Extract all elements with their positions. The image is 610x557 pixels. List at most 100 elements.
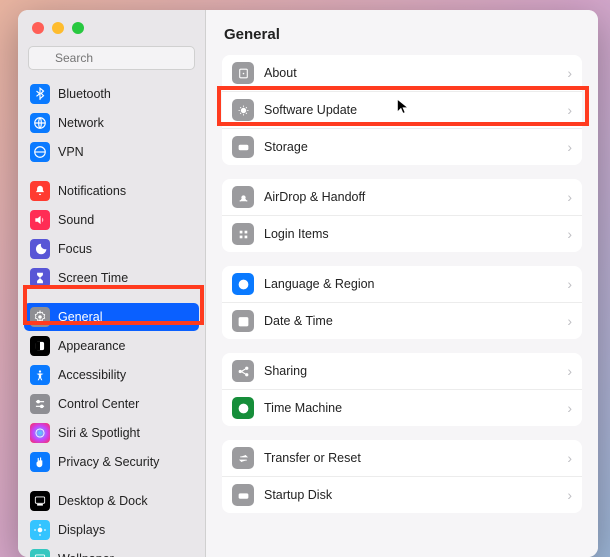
row-label: Software Update xyxy=(264,103,557,117)
sidebar-item-label: Siri & Spotlight xyxy=(58,426,140,440)
sidebar: Bluetooth Network VPN Notifications xyxy=(18,10,206,557)
sidebar-item-label: Privacy & Security xyxy=(58,455,159,469)
settings-group: Transfer or Reset › Startup Disk › xyxy=(222,440,582,513)
minimize-window-button[interactable] xyxy=(52,22,64,34)
sidebar-item-label: Wallpaper xyxy=(58,552,114,557)
chevron-right-icon: › xyxy=(567,364,572,378)
page-title: General xyxy=(222,10,582,55)
speaker-icon xyxy=(30,210,50,230)
transfer-icon xyxy=(232,447,254,469)
sidebar-item-label: Network xyxy=(58,116,104,130)
row-label: Login Items xyxy=(264,227,557,241)
dock-icon xyxy=(30,491,50,511)
sidebar-item-label: Screen Time xyxy=(58,271,128,285)
grid-icon xyxy=(232,223,254,245)
sidebar-item-screen-time[interactable]: Screen Time xyxy=(24,264,199,292)
time-machine-icon xyxy=(232,397,254,419)
row-startup-disk[interactable]: Startup Disk › xyxy=(222,477,582,513)
gear-icon xyxy=(30,307,50,327)
settings-group: AirDrop & Handoff › Login Items › xyxy=(222,179,582,252)
sidebar-item-label: Desktop & Dock xyxy=(58,494,148,508)
sidebar-item-desktop-dock[interactable]: Desktop & Dock xyxy=(24,487,199,515)
cursor-pointer-icon xyxy=(396,98,410,116)
maximize-window-button[interactable] xyxy=(72,22,84,34)
sidebar-item-label: Control Center xyxy=(58,397,139,411)
row-label: AirDrop & Handoff xyxy=(264,190,557,204)
accessibility-icon xyxy=(30,365,50,385)
row-about[interactable]: About › xyxy=(222,55,582,92)
sidebar-item-notifications[interactable]: Notifications xyxy=(24,177,199,205)
chevron-right-icon: › xyxy=(567,314,572,328)
sidebar-item-label: Focus xyxy=(58,242,92,256)
settings-group: Language & Region › Date & Time › xyxy=(222,266,582,339)
sidebar-item-control-center[interactable]: Control Center xyxy=(24,390,199,418)
row-storage[interactable]: Storage › xyxy=(222,129,582,165)
display-icon xyxy=(30,520,50,540)
chevron-right-icon: › xyxy=(567,140,572,154)
sliders-icon xyxy=(30,394,50,414)
bell-icon xyxy=(30,181,50,201)
sidebar-item-label: Displays xyxy=(58,523,105,537)
row-date-time[interactable]: Date & Time › xyxy=(222,303,582,339)
sidebar-item-accessibility[interactable]: Accessibility xyxy=(24,361,199,389)
main-panel: General About › Software Update › Storag… xyxy=(206,10,598,557)
row-label: About xyxy=(264,66,557,80)
hourglass-icon xyxy=(30,268,50,288)
sidebar-item-label: Sound xyxy=(58,213,94,227)
sidebar-item-wallpaper[interactable]: Wallpaper xyxy=(24,545,199,557)
sidebar-item-network[interactable]: Network xyxy=(24,109,199,137)
share-icon xyxy=(232,360,254,382)
calendar-clock-icon xyxy=(232,310,254,332)
row-language-region[interactable]: Language & Region › xyxy=(222,266,582,303)
sidebar-item-bluetooth[interactable]: Bluetooth xyxy=(24,80,199,108)
row-label: Storage xyxy=(264,140,557,154)
sidebar-item-general[interactable]: General xyxy=(24,303,199,331)
sidebar-item-appearance[interactable]: Appearance xyxy=(24,332,199,360)
sidebar-item-focus[interactable]: Focus xyxy=(24,235,199,263)
chevron-right-icon: › xyxy=(567,277,572,291)
sidebar-item-siri[interactable]: Siri & Spotlight xyxy=(24,419,199,447)
sidebar-item-sound[interactable]: Sound xyxy=(24,206,199,234)
row-label: Transfer or Reset xyxy=(264,451,557,465)
sidebar-list: Bluetooth Network VPN Notifications xyxy=(18,78,205,557)
row-sharing[interactable]: Sharing › xyxy=(222,353,582,390)
sidebar-item-vpn[interactable]: VPN xyxy=(24,138,199,166)
disk-icon xyxy=(232,484,254,506)
row-label: Date & Time xyxy=(264,314,557,328)
wallpaper-icon xyxy=(30,549,50,557)
sidebar-item-displays[interactable]: Displays xyxy=(24,516,199,544)
window-controls xyxy=(18,10,205,42)
about-icon xyxy=(232,62,254,84)
globe-icon xyxy=(232,273,254,295)
chevron-right-icon: › xyxy=(567,190,572,204)
row-airdrop[interactable]: AirDrop & Handoff › xyxy=(222,179,582,216)
close-window-button[interactable] xyxy=(32,22,44,34)
chevron-right-icon: › xyxy=(567,227,572,241)
network-icon xyxy=(30,113,50,133)
chevron-right-icon: › xyxy=(567,488,572,502)
sidebar-item-label: Notifications xyxy=(58,184,126,198)
row-transfer-reset[interactable]: Transfer or Reset › xyxy=(222,440,582,477)
row-login-items[interactable]: Login Items › xyxy=(222,216,582,252)
hand-icon xyxy=(30,452,50,472)
row-label: Language & Region xyxy=(264,277,557,291)
vpn-icon xyxy=(30,142,50,162)
chevron-right-icon: › xyxy=(567,103,572,117)
moon-icon xyxy=(30,239,50,259)
search-input[interactable] xyxy=(28,46,195,70)
sidebar-item-label: Bluetooth xyxy=(58,87,111,101)
row-time-machine[interactable]: Time Machine › xyxy=(222,390,582,426)
chevron-right-icon: › xyxy=(567,66,572,80)
appearance-icon xyxy=(30,336,50,356)
row-label: Sharing xyxy=(264,364,557,378)
settings-window: Bluetooth Network VPN Notifications xyxy=(18,10,598,557)
sidebar-item-privacy[interactable]: Privacy & Security xyxy=(24,448,199,476)
row-label: Startup Disk xyxy=(264,488,557,502)
chevron-right-icon: › xyxy=(567,401,572,415)
sidebar-item-label: Accessibility xyxy=(58,368,126,382)
sidebar-item-label: Appearance xyxy=(58,339,125,353)
chevron-right-icon: › xyxy=(567,451,572,465)
settings-group: Sharing › Time Machine › xyxy=(222,353,582,426)
gear-refresh-icon xyxy=(232,99,254,121)
drive-icon xyxy=(232,136,254,158)
